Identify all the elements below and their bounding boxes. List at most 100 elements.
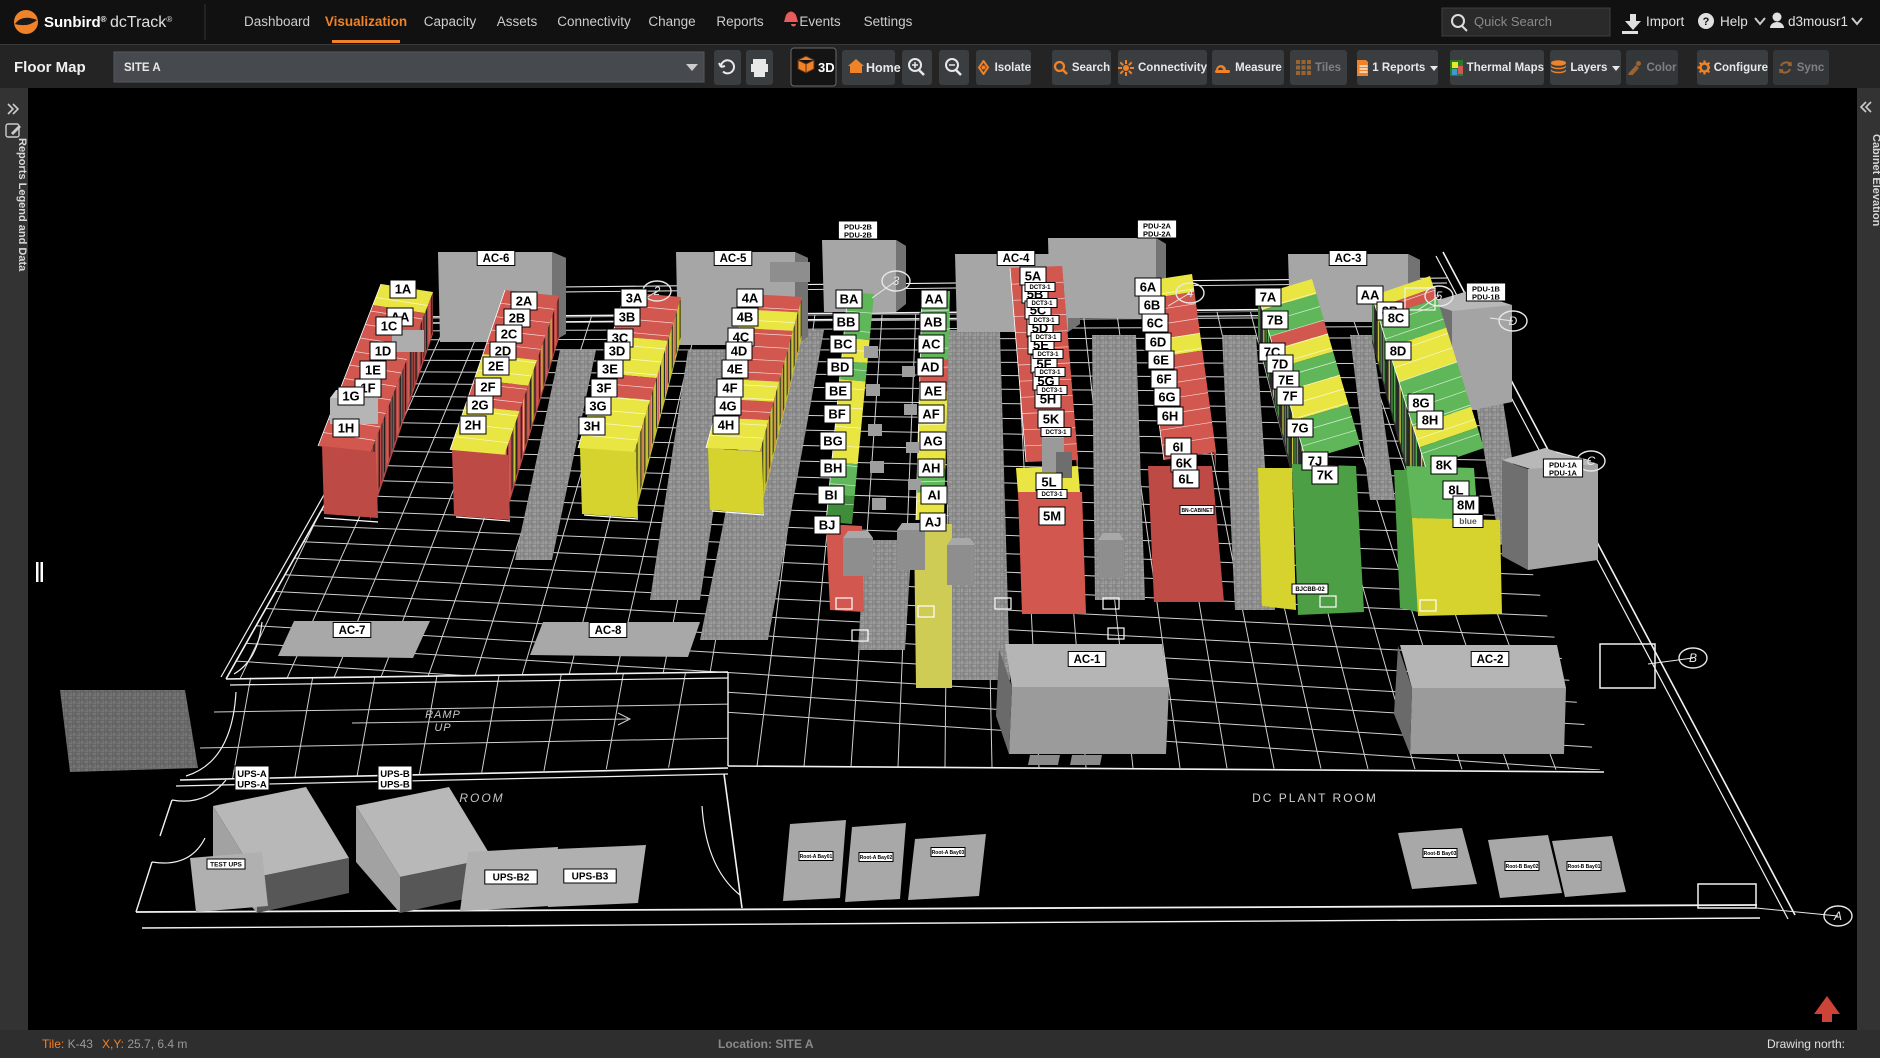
svg-text:PDU-1A: PDU-1A	[1549, 468, 1578, 477]
svg-text:C: C	[1587, 454, 1596, 468]
svg-text:6E: 6E	[1153, 353, 1169, 368]
svg-text:BI: BI	[825, 488, 838, 503]
svg-text:DCT3-1: DCT3-1	[1035, 335, 1057, 341]
svg-text:4D: 4D	[731, 344, 748, 359]
svg-text:4H: 4H	[718, 418, 735, 433]
svg-text:7B: 7B	[1267, 313, 1284, 328]
svg-text:AA: AA	[925, 292, 944, 307]
svg-text:8D: 8D	[1390, 344, 1407, 359]
svg-text:DCT3-1: DCT3-1	[1031, 301, 1053, 307]
svg-text:Help: Help	[1720, 14, 1748, 29]
svg-text:UPS-B2: UPS-B2	[493, 873, 530, 884]
svg-text:8H: 8H	[1422, 413, 1439, 428]
svg-text:AC-3: AC-3	[1335, 253, 1362, 265]
svg-text:4F: 4F	[722, 381, 737, 396]
svg-text:8K: 8K	[1436, 458, 1453, 473]
svg-text:AB: AB	[924, 315, 943, 330]
svg-text:RAMP: RAMP	[425, 709, 461, 721]
svg-text:AE: AE	[924, 384, 942, 399]
svg-text:6L: 6L	[1178, 472, 1193, 487]
svg-text:2B: 2B	[509, 311, 526, 326]
svg-text:AH: AH	[922, 461, 941, 476]
svg-text:4A: 4A	[742, 291, 759, 306]
svg-text:UPS-A: UPS-A	[237, 779, 267, 790]
svg-text:5L: 5L	[1041, 475, 1056, 490]
svg-text:BB: BB	[837, 315, 856, 330]
svg-text:8L: 8L	[1448, 483, 1463, 498]
svg-text:2F: 2F	[480, 380, 495, 395]
svg-text:Root-B Bay02: Root-B Bay02	[1506, 864, 1539, 870]
svg-text:AJ: AJ	[925, 515, 942, 530]
svg-text:Root-B Bay03: Root-B Bay03	[1424, 851, 1457, 857]
svg-text:blue: blue	[1459, 516, 1477, 526]
svg-text:AC-7: AC-7	[339, 625, 366, 637]
svg-text:3F: 3F	[596, 381, 611, 396]
svg-text:DCT3-1: DCT3-1	[1045, 430, 1067, 436]
svg-text:PDU-2A: PDU-2A	[1143, 229, 1172, 238]
svg-text:DC PLANT ROOM: DC PLANT ROOM	[1252, 791, 1378, 805]
svg-text:Visualization: Visualization	[325, 14, 407, 29]
svg-text:6A: 6A	[1140, 280, 1157, 295]
svg-text:BH: BH	[824, 461, 843, 476]
svg-text:3B: 3B	[619, 310, 636, 325]
svg-text:5: 5	[1436, 289, 1443, 303]
svg-text:AC: AC	[922, 337, 941, 352]
svg-text:3D: 3D	[609, 344, 626, 359]
svg-text:BF: BF	[828, 407, 845, 422]
svg-text:Reports Legend and Data: Reports Legend and Data	[16, 138, 28, 272]
svg-text:Floor Map: Floor Map	[14, 59, 86, 76]
svg-text:7F: 7F	[1282, 389, 1297, 404]
svg-text:Root-A Bay02: Root-A Bay02	[860, 855, 893, 861]
svg-text:AC-5: AC-5	[720, 253, 747, 265]
svg-text:3G: 3G	[589, 399, 606, 414]
svg-text:Import: Import	[1646, 14, 1685, 29]
svg-text:5K: 5K	[1043, 412, 1060, 427]
svg-text:AC-8: AC-8	[595, 625, 622, 637]
svg-text:Events: Events	[799, 14, 841, 29]
svg-text:1H: 1H	[338, 421, 355, 436]
svg-text:Dashboard: Dashboard	[244, 14, 310, 29]
svg-text:8G: 8G	[1412, 396, 1429, 411]
svg-text:AC-1: AC-1	[1074, 654, 1101, 666]
svg-text:BJCBB-02: BJCBB-02	[1295, 587, 1325, 593]
svg-text:2C: 2C	[501, 327, 518, 342]
svg-text:4B: 4B	[737, 310, 754, 325]
svg-text:8M: 8M	[1457, 498, 1475, 513]
svg-text:AG: AG	[923, 434, 943, 449]
svg-text:2H: 2H	[465, 418, 482, 433]
svg-text:D: D	[1509, 314, 1518, 328]
svg-text:BA: BA	[840, 292, 859, 307]
svg-text:Reports: Reports	[716, 14, 764, 29]
svg-text:6F: 6F	[1156, 372, 1171, 387]
svg-text:1C: 1C	[381, 319, 398, 334]
svg-text:BE: BE	[829, 384, 847, 399]
svg-text:B: B	[1689, 651, 1697, 665]
svg-text:DCT3-1: DCT3-1	[1033, 318, 1055, 324]
svg-text:AC-6: AC-6	[483, 253, 510, 265]
svg-text:6G: 6G	[1158, 390, 1175, 405]
svg-text:Settings: Settings	[864, 14, 913, 29]
svg-text:BC: BC	[834, 337, 853, 352]
svg-text:7D: 7D	[1272, 357, 1289, 372]
svg-text:DCT3-1: DCT3-1	[1041, 492, 1063, 498]
svg-text:6K: 6K	[1176, 456, 1193, 471]
svg-text:3: 3	[893, 274, 900, 288]
svg-text:Assets: Assets	[497, 14, 538, 29]
svg-text:AD: AD	[921, 360, 940, 375]
svg-text:Quick Search: Quick Search	[1474, 14, 1552, 29]
svg-text:5M: 5M	[1043, 509, 1061, 524]
svg-text:DCT3-1: DCT3-1	[1029, 285, 1051, 291]
svg-text:BN-CABINET: BN-CABINET	[1181, 508, 1212, 514]
svg-text:AC-2: AC-2	[1477, 654, 1504, 666]
svg-text:AA: AA	[1361, 288, 1380, 303]
svg-text:UPS-B3: UPS-B3	[572, 872, 609, 883]
svg-text:3E: 3E	[602, 362, 618, 377]
svg-text:ROOM: ROOM	[459, 791, 504, 805]
svg-text:dcTrack®: dcTrack®	[110, 14, 172, 31]
svg-text:Root-B Bay01: Root-B Bay01	[1568, 864, 1601, 870]
svg-text:AF: AF	[922, 407, 939, 422]
svg-text:7A: 7A	[1260, 290, 1277, 305]
svg-text:3H: 3H	[584, 419, 601, 434]
svg-text:2A: 2A	[516, 294, 533, 309]
svg-text:1E: 1E	[365, 363, 381, 378]
